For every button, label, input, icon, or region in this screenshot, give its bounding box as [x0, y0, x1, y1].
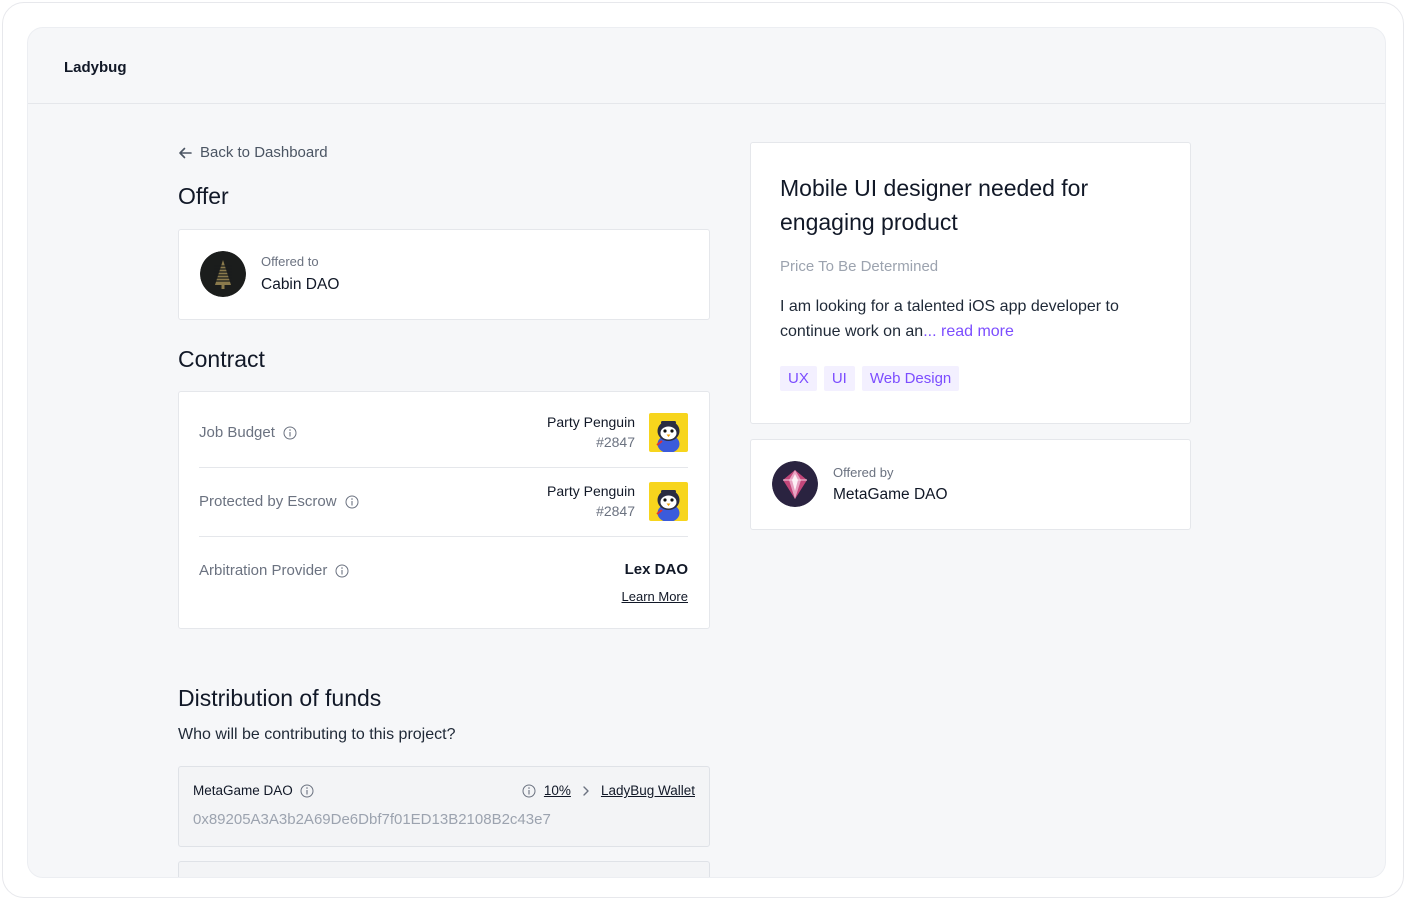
job-description: I am looking for a talented iOS app deve… — [780, 294, 1170, 344]
nft-text: Party Penguin #2847 — [547, 481, 635, 521]
escrow-nft[interactable]: Party Penguin #2847 — [547, 481, 688, 521]
job-price: Price To Be Determined — [780, 258, 939, 275]
nft-id: #2847 — [596, 503, 635, 519]
fund-percent[interactable]: 10% — [544, 783, 571, 798]
escrow-label: Protected by Escrow — [199, 493, 337, 510]
back-to-dashboard-link[interactable]: Back to Dashboard — [178, 144, 328, 161]
nft-id: #2847 — [596, 434, 635, 450]
contract-card: Job Budget Party Penguin #2847 Protected… — [178, 391, 710, 629]
back-label: Back to Dashboard — [200, 144, 328, 161]
offered-to-name: Cabin DAO — [261, 276, 340, 293]
offered-by-name: MetaGame DAO — [833, 486, 948, 503]
info-icon[interactable] — [283, 426, 297, 440]
job-budget-label-group: Job Budget — [199, 424, 297, 441]
arbitration-label: Arbitration Provider — [199, 562, 328, 579]
arbitration-label-group: Arbitration Provider — [199, 562, 349, 579]
distribution-question: Who will be contributing to this project… — [178, 726, 456, 743]
escrow-label-group: Protected by Escrow — [199, 493, 359, 510]
offered-to-card: Offered to Cabin DAO — [178, 229, 710, 320]
nft-text: Party Penguin #2847 — [547, 412, 635, 452]
metagame-dao-avatar — [772, 461, 818, 507]
chevron-right-icon — [583, 785, 589, 796]
party-penguin-image — [649, 481, 688, 521]
contract-row-job-budget: Job Budget Party Penguin #2847 — [199, 392, 688, 468]
cabin-dao-avatar — [200, 251, 246, 297]
job-card: Mobile UI designer needed for engaging p… — [750, 142, 1191, 424]
nft-name: Party Penguin — [547, 414, 635, 430]
fund-item: MetaGame DAO 10% LadyBug Wallet 0x89205A… — [178, 766, 710, 847]
tag[interactable]: UX — [780, 366, 817, 391]
fund-allocation: 10% LadyBug Wallet — [522, 783, 695, 798]
contract-row-arbitration: Arbitration Provider Lex DAO Learn More — [199, 537, 688, 630]
fund-item — [178, 861, 710, 877]
distribution-heading: Distribution of funds — [178, 685, 382, 711]
read-more-link[interactable]: ... read more — [923, 323, 1014, 340]
fund-name: MetaGame DAO — [193, 783, 293, 798]
contract-heading: Contract — [178, 346, 265, 372]
fund-name-group: MetaGame DAO — [193, 783, 314, 798]
party-penguin-image — [649, 412, 688, 452]
offered-by-card: Offered by MetaGame DAO — [750, 439, 1191, 530]
job-budget-nft[interactable]: Party Penguin #2847 — [547, 412, 688, 452]
arrow-left-icon — [179, 147, 192, 158]
info-icon[interactable] — [522, 784, 536, 798]
job-budget-label: Job Budget — [199, 424, 275, 441]
job-tags: UX UI Web Design — [780, 366, 960, 391]
info-icon[interactable] — [335, 564, 349, 578]
info-icon[interactable] — [300, 784, 314, 798]
top-bar: Ladybug — [28, 28, 1385, 104]
offered-by-label: Offered by — [833, 465, 894, 480]
offered-to-label: Offered to — [261, 254, 319, 269]
tag[interactable]: UI — [823, 366, 855, 391]
learn-more-link[interactable]: Learn More — [622, 589, 688, 604]
app-window: Ladybug Back to Dashboard Offer Offered … — [27, 27, 1386, 878]
offer-heading: Offer — [178, 183, 229, 209]
contract-row-escrow: Protected by Escrow Party Penguin #2847 — [199, 468, 688, 537]
tag[interactable]: Web Design — [861, 366, 960, 391]
outer-frame: Ladybug Back to Dashboard Offer Offered … — [2, 2, 1404, 898]
job-title: Mobile UI designer needed for engaging p… — [780, 175, 1089, 235]
brand-logo[interactable]: Ladybug — [64, 59, 127, 76]
fund-address: 0x89205A3A3b2A69De6Dbf7f01ED13B2108B2c43… — [193, 811, 551, 828]
info-icon[interactable] — [345, 495, 359, 509]
nft-name: Party Penguin — [547, 483, 635, 499]
fund-wallet-link[interactable]: LadyBug Wallet — [601, 783, 695, 798]
arbitration-provider-name: Lex DAO — [624, 561, 688, 578]
